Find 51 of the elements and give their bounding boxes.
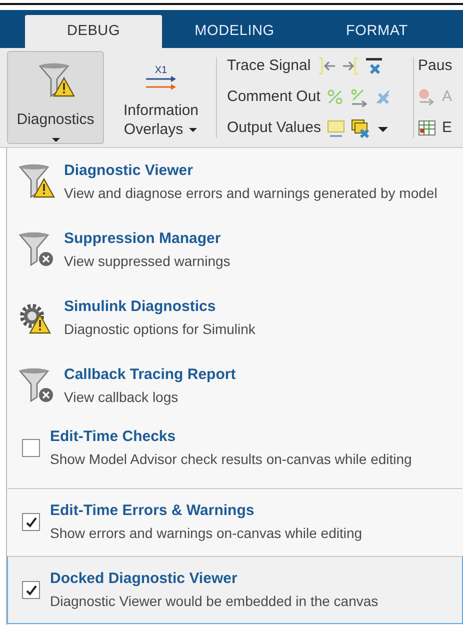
- item-title: Callback Tracing Report: [64, 365, 236, 385]
- item-description: Diagnostic Viewer would be embedded in the canvas: [50, 592, 378, 611]
- item-description: Show errors and warnings on-canvas while editing: [50, 524, 362, 543]
- toolbar-label[interactable]: E: [442, 117, 452, 140]
- menu-item[interactable]: Diagnostic Viewer View and diagnose errors and warnings generated by model: [7, 148, 463, 216]
- checkbox[interactable]: [22, 581, 40, 599]
- toolbar-label[interactable]: Trace Signal: [227, 55, 311, 78]
- diagnostics-button[interactable]: Diagnostics: [7, 51, 104, 144]
- toolbar-label[interactable]: Paus: [418, 55, 452, 78]
- menu-item[interactable]: Callback Tracing Report View callback logs: [7, 352, 463, 420]
- check-icon: [24, 584, 38, 596]
- arrows-icon: [145, 76, 177, 90]
- item-description: View callback logs: [64, 388, 180, 407]
- item-description: View suppressed warnings: [64, 252, 230, 271]
- item-title: Edit-Time Errors & Warnings: [50, 501, 256, 521]
- item-title: Diagnostic Viewer: [64, 161, 194, 181]
- information-overlays-button[interactable]: X1 Information Overlays: [110, 51, 212, 144]
- item-description: Diagnostic options for Simulink: [64, 320, 256, 339]
- item-title: Simulink Diagnostics: [64, 297, 217, 317]
- ribbon-tab[interactable]: FORMAT: [307, 15, 447, 48]
- menu-item[interactable]: Edit-Time Checks Show Model Advisor check results on-canvas while editing: [7, 420, 463, 488]
- caret-icon: [188, 127, 198, 134]
- funnel-error-icon: [18, 367, 56, 403]
- item-title: Docked Diagnostic Viewer: [50, 569, 238, 589]
- uncomment-icon[interactable]: [374, 88, 392, 107]
- item-description: Show Model Advisor check results on-canvas while editing: [50, 450, 412, 469]
- menu-item[interactable]: Simulink Diagnostics Diagnostic options for Simulink: [7, 284, 463, 352]
- breakpoint-icon[interactable]: [418, 88, 436, 107]
- clear-values-icon[interactable]: [350, 119, 369, 138]
- comment-through-icon[interactable]: [350, 88, 368, 107]
- item-title: Suppression Manager: [64, 229, 222, 249]
- ribbon-tab[interactable]: DEBUG: [25, 15, 162, 48]
- item-title: Edit-Time Checks: [50, 427, 177, 447]
- menu-item[interactable]: Docked Diagnostic Viewer Diagnostic Viewer would be embedded in the canvas: [7, 556, 463, 624]
- checkbox[interactable]: [22, 439, 40, 457]
- output-value-icon[interactable]: [326, 119, 345, 138]
- clear-trace-icon[interactable]: [364, 57, 383, 76]
- check-icon: [24, 516, 38, 528]
- item-description: View and diagnose errors and warnings generated by model: [64, 184, 438, 203]
- menu-item[interactable]: Suppression Manager View suppressed warnings: [7, 216, 463, 284]
- toolbar-label[interactable]: Output Values: [227, 117, 321, 140]
- caret-icon: [50, 137, 60, 143]
- toolbar-label[interactable]: Comment Out: [227, 86, 320, 109]
- funnel-warning-icon: [18, 163, 56, 199]
- funnel-error-icon: [18, 231, 56, 267]
- ribbon-tab[interactable]: MODELING: [162, 15, 307, 48]
- checkbox[interactable]: [22, 513, 40, 531]
- table-icon[interactable]: [418, 119, 436, 138]
- trace-right-icon[interactable]: [340, 57, 359, 76]
- trace-left-icon[interactable]: [316, 57, 335, 76]
- overlay-icon-label: X1: [154, 66, 168, 76]
